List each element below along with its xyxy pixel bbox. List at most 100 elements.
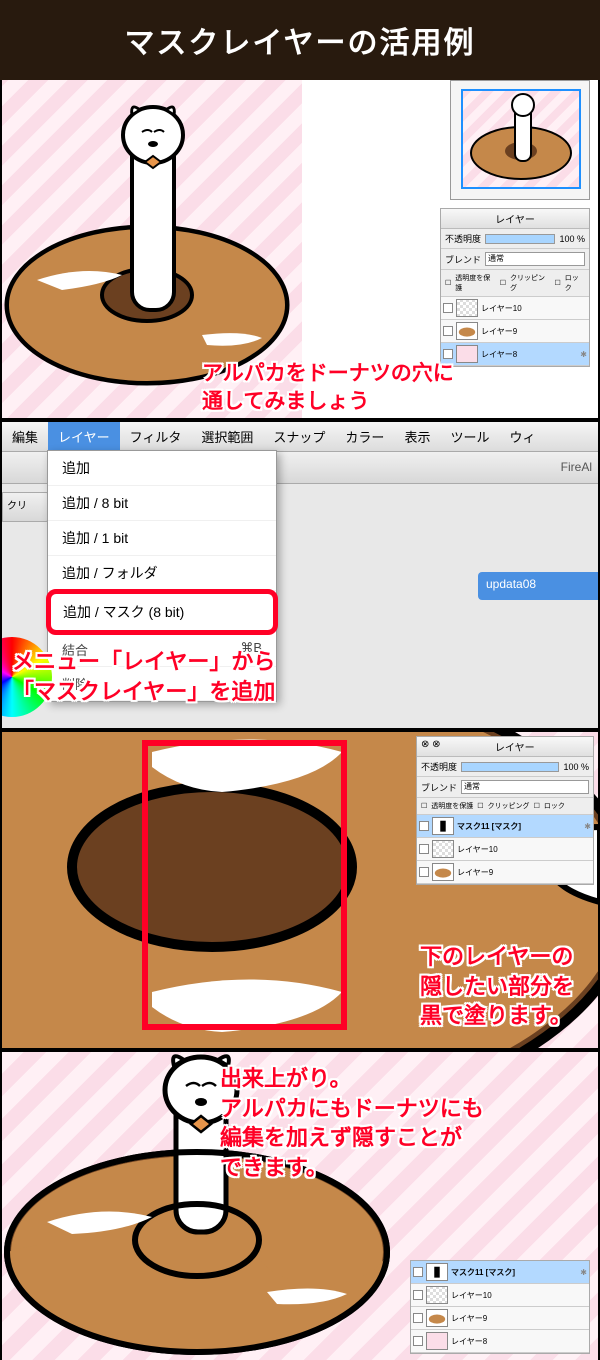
protect-label: 透明度を保護 xyxy=(455,273,495,293)
layer-thumbnail xyxy=(426,1286,448,1304)
layer-name: マスク11 [マスク] xyxy=(457,821,581,832)
clipping-label: クリッピング xyxy=(488,801,530,811)
menu-bar: 編集 レイヤー フィルタ 選択範囲 スナップ カラー 表示 ツール ウィ xyxy=(2,422,598,452)
layer-name: レイヤー9 xyxy=(451,1313,587,1324)
layer-list: レイヤー10 レイヤー9 レイヤー8 ✱ xyxy=(441,297,589,366)
menu-select[interactable]: 選択範囲 xyxy=(191,422,263,451)
visibility-icon[interactable] xyxy=(413,1267,423,1277)
navigator-panel[interactable] xyxy=(450,80,590,200)
selection-highlight xyxy=(142,740,347,1030)
layer-panel[interactable]: マスク11 [マスク] ✱ レイヤー10 レイヤー9 レイヤー8 xyxy=(410,1260,590,1354)
visibility-icon[interactable] xyxy=(443,326,453,336)
blend-label: ブレンド xyxy=(445,253,481,266)
menu-item-add-mask[interactable]: 追加 / マスク (8 bit) xyxy=(46,589,278,635)
visibility-icon[interactable] xyxy=(413,1290,423,1300)
layer-name: レイヤー10 xyxy=(457,844,591,855)
annotation-4: 出来上がり。 アルパカにもドーナツにも 編集を加えず隠すことが できます。 xyxy=(220,1064,484,1183)
clipping-label: クリッピング xyxy=(510,273,550,293)
annotation-3: 下のレイヤーの 隠したい部分を 黒で塗ります。 xyxy=(420,942,574,1031)
layer-row[interactable]: レイヤー9 xyxy=(417,861,593,884)
gear-icon[interactable]: ✱ xyxy=(584,822,591,831)
layer-row[interactable]: レイヤー8 xyxy=(411,1330,589,1353)
menu-layer[interactable]: レイヤー xyxy=(48,422,120,451)
menu-filter[interactable]: フィルタ xyxy=(120,422,192,451)
layer-thumbnail xyxy=(432,863,454,881)
panel-2: 編集 レイヤー フィルタ 選択範囲 スナップ カラー 表示 ツール ウィ Fir… xyxy=(0,420,600,730)
layer-name: レイヤー8 xyxy=(481,349,577,360)
gear-icon[interactable]: ✱ xyxy=(580,350,587,359)
opacity-label: 不透明度 xyxy=(445,232,481,245)
layer-row[interactable]: マスク11 [マスク] ✱ xyxy=(417,815,593,838)
visibility-icon[interactable] xyxy=(443,303,453,313)
visibility-icon[interactable] xyxy=(419,867,429,877)
layer-row[interactable]: レイヤー10 xyxy=(417,838,593,861)
layer-row[interactable]: レイヤー9 xyxy=(411,1307,589,1330)
visibility-icon[interactable] xyxy=(419,821,429,831)
layer-thumbnail xyxy=(426,1332,448,1350)
layer-row[interactable]: レイヤー8 ✱ xyxy=(441,343,589,366)
layer-thumbnail xyxy=(426,1309,448,1327)
blend-select[interactable]: 通常 xyxy=(461,780,589,794)
layer-panel[interactable]: レイヤー 不透明度 100 % ブレンド 通常 ☐ 透明度を保護 ☐ クリッピン… xyxy=(440,208,590,367)
layer-name: レイヤー10 xyxy=(451,1290,587,1301)
file-tab[interactable]: updata08 xyxy=(478,572,598,600)
layer-thumbnail xyxy=(432,840,454,858)
layer-thumbnail xyxy=(456,299,478,317)
visibility-icon[interactable] xyxy=(419,844,429,854)
menu-item-add[interactable]: 追加 xyxy=(48,451,276,486)
visibility-icon[interactable] xyxy=(413,1313,423,1323)
layer-name: レイヤー9 xyxy=(481,326,587,337)
visibility-icon[interactable] xyxy=(413,1336,423,1346)
blend-select[interactable]: 通常 xyxy=(485,252,585,266)
opacity-slider[interactable] xyxy=(485,234,555,244)
layer-name: レイヤー10 xyxy=(481,303,587,314)
opacity-value: 100 % xyxy=(563,762,589,772)
menu-color[interactable]: カラー xyxy=(335,422,394,451)
menu-edit[interactable]: 編集 xyxy=(2,422,48,451)
layer-list: マスク11 [マスク] ✱ レイヤー10 レイヤー9 xyxy=(417,815,593,884)
layer-panel-title: レイヤー xyxy=(441,209,589,229)
blend-label: ブレンド xyxy=(421,781,457,794)
annotation-2: メニュー「レイヤー」から 「マスクレイヤー」を追加 xyxy=(12,647,275,706)
opacity-value: 100 % xyxy=(559,234,585,244)
close-icon[interactable]: ⊗ ⊗ xyxy=(421,739,441,754)
navigator-thumbnail xyxy=(461,89,581,189)
visibility-icon[interactable] xyxy=(443,349,453,359)
layer-name: マスク11 [マスク] xyxy=(451,1267,577,1278)
layer-list: マスク11 [マスク] ✱ レイヤー10 レイヤー9 レイヤー8 xyxy=(411,1261,589,1353)
opacity-label: 不透明度 xyxy=(421,760,457,773)
lock-checkbox[interactable]: ☐ xyxy=(534,802,540,810)
gear-icon[interactable]: ✱ xyxy=(580,1268,587,1277)
menu-view[interactable]: 表示 xyxy=(394,422,440,451)
layer-row[interactable]: レイヤー10 xyxy=(441,297,589,320)
menu-tool[interactable]: ツール xyxy=(440,422,499,451)
layer-thumbnail xyxy=(456,322,478,340)
layer-thumbnail xyxy=(432,817,454,835)
panel-1: レイヤー 不透明度 100 % ブレンド 通常 ☐ 透明度を保護 ☐ クリッピン… xyxy=(0,80,600,420)
lock-checkbox[interactable]: ☐ xyxy=(555,279,561,287)
layer-thumbnail xyxy=(426,1263,448,1281)
protect-checkbox[interactable]: ☐ xyxy=(445,279,451,287)
clipping-checkbox[interactable]: ☐ xyxy=(500,279,506,287)
layer-row[interactable]: マスク11 [マスク] ✱ xyxy=(411,1261,589,1284)
lock-label: ロック xyxy=(565,273,585,293)
clipping-checkbox[interactable]: ☐ xyxy=(477,802,483,810)
layer-panel[interactable]: ⊗ ⊗ レイヤー 不透明度 100 % ブレンド 通常 ☐透明度を保護 ☐クリッ… xyxy=(416,736,594,885)
menu-item-add-1bit[interactable]: 追加 / 1 bit xyxy=(48,521,276,556)
menu-window[interactable]: ウィ xyxy=(499,422,545,451)
layer-name: レイヤー8 xyxy=(451,1336,587,1347)
side-label: クリ xyxy=(2,492,52,522)
layer-row[interactable]: レイヤー9 xyxy=(441,320,589,343)
layer-name: レイヤー9 xyxy=(457,867,591,878)
menu-snap[interactable]: スナップ xyxy=(263,422,335,451)
panel-4: 出来上がり。 アルパカにもドーナツにも 編集を加えず隠すことが できます。 マス… xyxy=(0,1050,600,1360)
menu-item-add-folder[interactable]: 追加 / フォルダ xyxy=(48,556,276,591)
opacity-slider[interactable] xyxy=(461,762,559,772)
protect-label: 透明度を保護 xyxy=(431,801,473,811)
page-title: マスクレイヤーの活用例 xyxy=(0,0,600,80)
protect-checkbox[interactable]: ☐ xyxy=(421,802,427,810)
annotation-1: アルパカをドーナツの穴に 通してみましょう xyxy=(202,360,454,417)
menu-item-add-8bit[interactable]: 追加 / 8 bit xyxy=(48,486,276,521)
layer-thumbnail xyxy=(456,345,478,363)
panel-3: ⊗ ⊗ レイヤー 不透明度 100 % ブレンド 通常 ☐透明度を保護 ☐クリッ… xyxy=(0,730,600,1050)
